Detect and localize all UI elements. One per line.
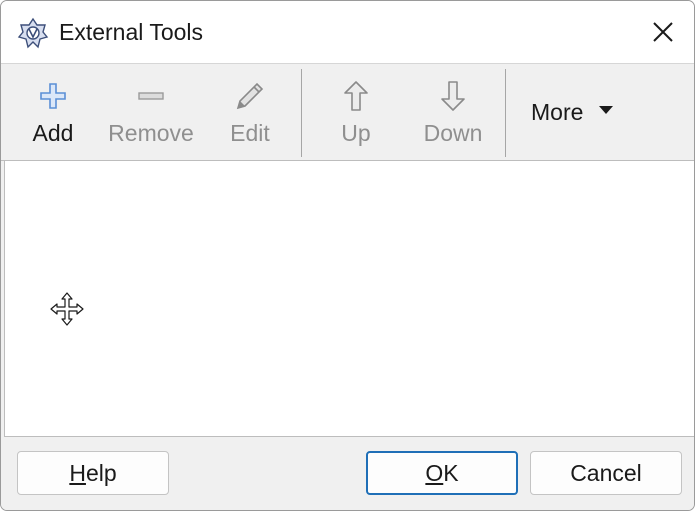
ok-mnemonic: O bbox=[425, 459, 444, 486]
remove-label: Remove bbox=[108, 120, 194, 146]
close-button[interactable] bbox=[631, 1, 694, 63]
help-label: elp bbox=[85, 459, 117, 486]
toolbar-separator bbox=[301, 69, 302, 157]
add-label: Add bbox=[32, 120, 74, 146]
chevron-down-icon bbox=[599, 106, 614, 114]
cancel-button[interactable]: Cancel bbox=[530, 451, 682, 495]
ok-button[interactable]: OK bbox=[366, 451, 518, 495]
down-button[interactable]: Down bbox=[415, 64, 491, 160]
arrow-up-icon bbox=[344, 81, 368, 111]
more-dropdown-button[interactable]: More bbox=[531, 64, 614, 160]
app-icon bbox=[17, 17, 49, 49]
external-tools-dialog: External Tools Add Remove Edit Up Down M… bbox=[0, 0, 695, 511]
move-cursor-icon bbox=[50, 292, 84, 326]
edit-label: Edit bbox=[230, 120, 270, 146]
add-button[interactable]: Add bbox=[25, 64, 81, 160]
dialog-footer: Help OK Cancel bbox=[1, 437, 694, 510]
plus-icon bbox=[40, 83, 66, 109]
up-label: Up bbox=[341, 120, 371, 146]
more-label: More bbox=[531, 98, 584, 125]
window-title: External Tools bbox=[59, 19, 204, 45]
ok-label: K bbox=[443, 459, 459, 486]
cancel-label: Cancel bbox=[570, 459, 642, 486]
remove-button[interactable]: Remove bbox=[103, 64, 199, 160]
title-bar: External Tools bbox=[1, 1, 694, 64]
pencil-icon bbox=[236, 82, 264, 110]
edit-button[interactable]: Edit bbox=[223, 64, 277, 160]
toolbar: Add Remove Edit Up Down More bbox=[1, 64, 694, 161]
arrow-down-icon bbox=[441, 81, 465, 111]
up-button[interactable]: Up bbox=[331, 64, 381, 160]
help-button[interactable]: Help bbox=[17, 451, 169, 495]
help-mnemonic: H bbox=[69, 459, 86, 486]
minus-icon bbox=[138, 92, 164, 100]
toolbar-separator bbox=[505, 69, 506, 157]
close-icon bbox=[652, 22, 673, 42]
tools-list[interactable] bbox=[4, 161, 694, 437]
down-label: Down bbox=[423, 120, 483, 146]
